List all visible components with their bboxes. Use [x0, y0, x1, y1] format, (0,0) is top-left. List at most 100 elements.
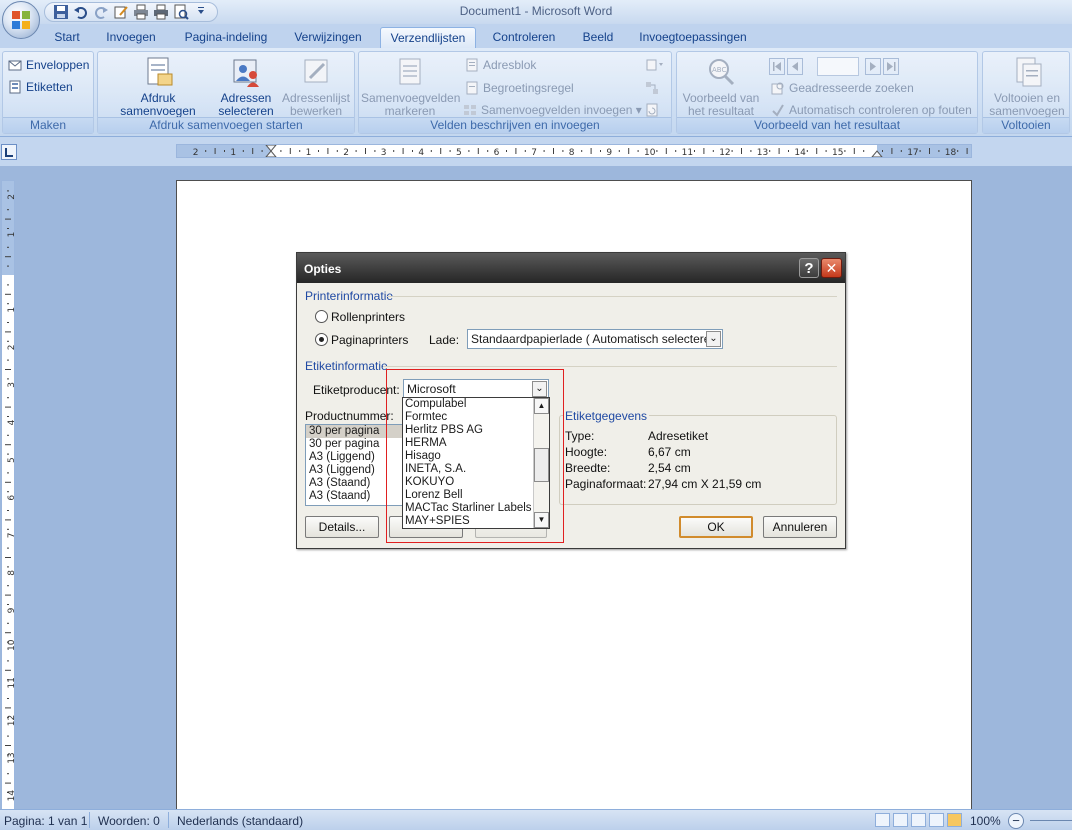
ruler-tick	[5, 707, 11, 709]
dropdown-item[interactable]: HERMA	[403, 437, 533, 450]
previous-record-icon[interactable]	[787, 58, 803, 75]
preview-results-button[interactable]: ABC Voorbeeld van het resultaat	[679, 56, 763, 118]
tab-start[interactable]: Start	[48, 27, 86, 48]
zoom-out-icon[interactable]: −	[1008, 813, 1024, 829]
help-button[interactable]: ?	[799, 258, 819, 278]
highlight-merge-fields-button[interactable]: Samenvoegvelden markeren	[361, 56, 460, 118]
dropdown-item[interactable]: Hisago	[403, 450, 533, 463]
vertical-ruler[interactable]: 211234567891011121314	[1, 180, 15, 810]
dropdown-item[interactable]: Formtec	[403, 411, 533, 424]
dropdown-item[interactable]: KOKUYO	[403, 476, 533, 489]
greeting-line-button[interactable]: Begroetingsregel	[465, 81, 574, 95]
dropdown-item[interactable]: MAY+SPIES	[403, 515, 533, 528]
right-indent-marker[interactable]	[871, 150, 883, 157]
tab-verzendlijsten[interactable]: Verzendlijsten	[380, 27, 476, 48]
etiketten-button[interactable]: Etiketten	[8, 80, 73, 94]
ruler-tick	[769, 150, 771, 152]
match-fields-icon[interactable]	[645, 81, 659, 98]
producent-dropdown-arrow-icon[interactable]: ⌄	[532, 381, 547, 397]
tab-invoegtoepassingen[interactable]: Invoegtoepassingen	[634, 27, 752, 48]
lade-select[interactable]: Standaardpapierlade ( Automatisch select…	[467, 329, 723, 349]
dropdown-item[interactable]: MACTac Starliner Labels	[403, 502, 533, 515]
scroll-thumb[interactable]	[534, 448, 549, 482]
rules-icon[interactable]	[645, 58, 665, 75]
auto-check-errors-button[interactable]: Automatisch controleren op fouten	[771, 103, 972, 117]
list-item[interactable]: 30 per pagina	[306, 438, 402, 451]
dialog-title: Opties	[304, 262, 342, 276]
ruler-tick	[7, 547, 9, 549]
dropdown-item[interactable]: Lorenz Bell	[403, 489, 533, 502]
auto-check-errors-label: Automatisch controleren op fouten	[789, 103, 972, 117]
ruler-label: 1	[7, 232, 14, 238]
horizontal-ruler[interactable]: 2 1 1 2 3 4 5 6 7 8 9 10 11 12 13 14 15 17 18	[176, 144, 972, 158]
address-block-label: Adresblok	[483, 58, 537, 72]
producent-select[interactable]: Microsoft ⌄	[403, 379, 549, 399]
find-recipient-button[interactable]: Geadresseerde zoeken	[771, 81, 914, 95]
preview-results-label-1: Voorbeeld van	[682, 91, 760, 105]
page-count[interactable]: Pagina: 1 van 1	[4, 814, 87, 828]
tab-verwijzingen[interactable]: Verwijzingen	[286, 27, 370, 48]
address-block-button[interactable]: Adresblok	[465, 58, 536, 72]
etiket-section-divider	[383, 366, 837, 367]
full-screen-reading-view-icon[interactable]	[893, 813, 908, 827]
ruler-tick	[7, 378, 9, 380]
last-record-icon[interactable]	[883, 58, 899, 75]
word-count[interactable]: Woorden: 0	[98, 814, 160, 828]
producent-dropdown-list[interactable]: Compulabel Formtec Herlitz PBS AG HERMA …	[402, 397, 550, 529]
productnummer-label: Productnummer:	[305, 409, 394, 423]
ok-button[interactable]: OK	[679, 516, 753, 538]
scroll-up-icon[interactable]: ▲	[534, 398, 549, 414]
paginaprinters-radio[interactable]	[315, 333, 328, 346]
edit-recipient-list-button[interactable]: Adressenlijst bewerken	[280, 56, 352, 118]
productnummer-list[interactable]: 30 per pagina 30 per pagina A3 (Liggend)…	[305, 424, 403, 506]
ruler-tick	[628, 148, 630, 154]
group-label-afdruk: Afdruk samenvoegen starten	[98, 117, 354, 133]
next-record-icon[interactable]	[865, 58, 881, 75]
paginaprinters-label: Paginaprinters	[331, 333, 409, 347]
tab-pagina-indeling[interactable]: Pagina-indeling	[176, 27, 276, 48]
print-layout-view-icon[interactable]	[875, 813, 890, 827]
dropdown-item[interactable]: INETA, S.A.	[403, 463, 533, 476]
zoom-level[interactable]: 100%	[970, 814, 1001, 828]
first-record-icon[interactable]	[769, 58, 785, 75]
left-indent-marker[interactable]	[265, 145, 277, 157]
web-layout-view-icon[interactable]	[911, 813, 926, 827]
tab-invoegen[interactable]: Invoegen	[98, 27, 164, 48]
close-button[interactable]: ✕	[821, 258, 842, 278]
list-item[interactable]: A3 (Liggend)	[306, 464, 402, 477]
annuleren-button[interactable]: Annuleren	[763, 516, 837, 538]
ruler-tick	[7, 246, 9, 248]
scroll-down-icon[interactable]: ▼	[534, 512, 549, 528]
record-number-input[interactable]	[817, 57, 859, 76]
select-recipients-label-1: Adressen	[220, 91, 272, 105]
ruler-label: 2	[7, 194, 14, 200]
dropdown-scrollbar[interactable]: ▲ ▼	[533, 398, 549, 528]
ruler-tick	[5, 557, 11, 558]
list-item[interactable]: A3 (Liggend)	[306, 451, 402, 464]
list-item[interactable]: A3 (Staand)	[306, 477, 402, 490]
lade-dropdown-arrow-icon[interactable]: ⌄	[706, 331, 721, 347]
tab-controleren[interactable]: Controleren	[486, 27, 562, 48]
rollenprinters-radio[interactable]	[315, 310, 328, 323]
list-item[interactable]: A3 (Staand)	[306, 490, 402, 503]
ruler-tick	[553, 148, 554, 154]
status-divider	[168, 812, 169, 828]
dropdown-item[interactable]: Herlitz PBS AG	[403, 424, 533, 437]
ruler-tick	[543, 150, 545, 152]
dropdown-item[interactable]: Compulabel	[403, 398, 533, 411]
draft-view-icon[interactable]	[947, 813, 962, 827]
language[interactable]: Nederlands (standaard)	[177, 814, 303, 828]
tab-beeld[interactable]: Beeld	[574, 27, 622, 48]
details-button[interactable]: Details...	[305, 516, 379, 538]
zoom-slider[interactable]	[1030, 820, 1072, 821]
ruler-tick	[562, 150, 564, 152]
insert-merge-field-button[interactable]: Samenvoegvelden invoegen ▾	[463, 103, 642, 117]
ruler-label: 12	[7, 715, 14, 726]
dialog-title-bar[interactable]: Opties ? ✕	[297, 253, 845, 283]
ruler-tick	[477, 148, 479, 154]
tab-selector-icon[interactable]	[1, 144, 17, 160]
list-item[interactable]: 30 per pagina	[306, 425, 402, 438]
office-button[interactable]	[2, 1, 40, 39]
enveloppen-button[interactable]: Enveloppen	[8, 58, 89, 72]
outline-view-icon[interactable]	[929, 813, 944, 827]
